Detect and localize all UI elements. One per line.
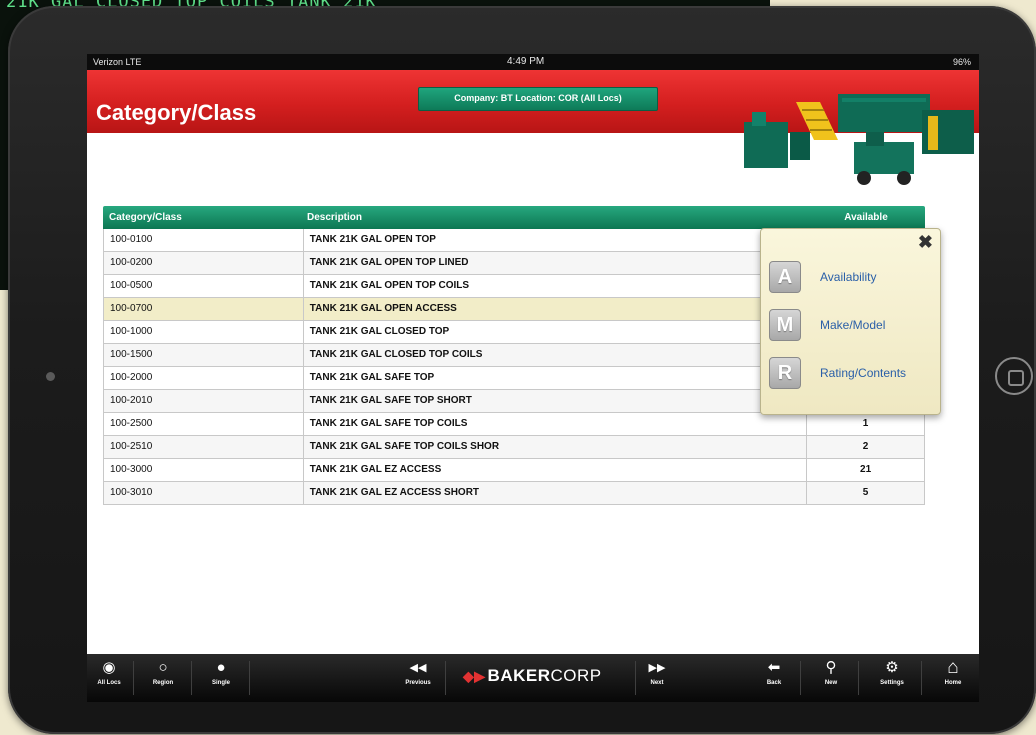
ring-icon: ○: [158, 659, 168, 676]
close-icon[interactable]: ✖: [918, 232, 933, 253]
make-model-label: Make/Model: [820, 318, 886, 332]
availability-icon: A: [769, 261, 801, 293]
table-row[interactable]: 100-3010 TANK 21K GAL EZ ACCESS SHORT 5: [103, 482, 925, 505]
all-locs-button[interactable]: ◉ All Locs: [89, 654, 129, 700]
make-model-icon: M: [769, 309, 801, 341]
cell-code: 100-0700: [104, 298, 304, 320]
cell-description: TANK 21K GAL OPEN ACCESS: [304, 298, 808, 320]
cell-description: TANK 21K GAL SAFE TOP SHORT: [304, 390, 808, 412]
home-label: Home: [944, 680, 962, 686]
next-button[interactable]: ▶▶ Next: [637, 654, 677, 700]
status-bar: Verizon LTE 4:49 PM 96%: [87, 54, 979, 70]
column-header-description[interactable]: Description: [303, 206, 807, 229]
availability-label: Availability: [820, 270, 877, 284]
column-header-code[interactable]: Category/Class: [103, 206, 303, 229]
rating-contents-label: Rating/Contents: [820, 366, 907, 380]
clock: 4:49 PM: [507, 56, 545, 67]
cell-description: TANK 21K GAL OPEN TOP: [304, 229, 808, 251]
table-row[interactable]: 100-3000 TANK 21K GAL EZ ACCESS 21: [103, 459, 925, 482]
cell-code: 100-0100: [104, 229, 304, 251]
make-model-button[interactable]: M Make/Model: [769, 309, 929, 345]
app-screen: Verizon LTE 4:49 PM 96% Company: BT Loca…: [87, 54, 979, 702]
rating-contents-button[interactable]: R Rating/Contents: [769, 357, 929, 393]
cell-description: TANK 21K GAL EZ ACCESS: [304, 459, 808, 481]
toolbar-divider: [191, 661, 192, 695]
company-location-badge[interactable]: Company: BT Location: COR (All Locs): [418, 87, 658, 111]
settings-button[interactable]: ⚙ Settings: [872, 654, 912, 700]
cell-code: 100-2000: [104, 367, 304, 389]
table-header: Category/Class Description Available: [103, 206, 925, 229]
page-title: Category/Class: [96, 100, 257, 125]
target-icon: ◉: [102, 659, 116, 676]
cell-description: TANK 21K GAL OPEN TOP COILS: [304, 275, 808, 297]
back-arrow-icon: ⬅: [767, 659, 781, 676]
row-options-popup: ✖ A Availability M Make/Model R Rating/C…: [760, 228, 941, 415]
availability-button[interactable]: A Availability: [769, 261, 929, 297]
cell-code: 100-0500: [104, 275, 304, 297]
previous-label: Previous: [405, 680, 431, 686]
home-icon: ⌂: [947, 657, 959, 678]
table-row[interactable]: 100-2500 TANK 21K GAL SAFE TOP COILS 1: [103, 413, 925, 436]
settings-label: Settings: [880, 680, 904, 686]
new-label: New: [824, 680, 838, 686]
home-button[interactable]: ⌂ Home: [933, 654, 973, 700]
toolbar-divider: [133, 661, 134, 695]
gear-icon: ⚙: [885, 659, 899, 676]
fast-forward-icon: ▶▶: [648, 662, 666, 674]
previous-button[interactable]: ◀◀ Previous: [398, 654, 438, 700]
back-label: Back: [766, 680, 782, 686]
rewind-icon: ◀◀: [409, 662, 427, 674]
cell-description: TANK 21K GAL CLOSED TOP: [304, 321, 808, 343]
toolbar-divider: [921, 661, 922, 695]
column-header-available[interactable]: Available: [807, 206, 925, 229]
cell-code: 100-2500: [104, 413, 304, 435]
region-label: Region: [152, 680, 174, 686]
cell-code: 100-0200: [104, 252, 304, 274]
equipment-illustration: [744, 94, 974, 185]
toolbar-divider: [635, 661, 636, 695]
cell-code: 100-3000: [104, 459, 304, 481]
bakercorp-logo: ◆▶ BAKERCORP: [463, 666, 602, 690]
cell-code: 100-3010: [104, 482, 304, 504]
tablet-frame: Verizon LTE 4:49 PM 96% Company: BT Loca…: [8, 6, 1036, 734]
battery-level: 96%: [952, 57, 971, 67]
brand-mark-icon: ◆▶: [463, 668, 486, 684]
table-row[interactable]: 100-2510 TANK 21K GAL SAFE TOP COILS SHO…: [103, 436, 925, 459]
camera-dot: [46, 372, 55, 381]
all-locs-label: All Locs: [97, 680, 121, 686]
cell-code: 100-2510: [104, 436, 304, 458]
magnifier-icon: ⚲: [825, 659, 837, 676]
cell-description: TANK 21K GAL SAFE TOP: [304, 367, 808, 389]
brand-light: CORP: [550, 666, 602, 685]
home-hardware-button[interactable]: [995, 357, 1033, 395]
single-button[interactable]: ● Single: [201, 654, 241, 700]
new-search-button[interactable]: ⚲ New: [811, 654, 851, 700]
cell-available: 5: [862, 487, 869, 498]
cell-description: TANK 21K GAL SAFE TOP COILS SHOR: [304, 436, 808, 458]
single-label: Single: [211, 680, 230, 686]
region-button[interactable]: ○ Region: [143, 654, 183, 700]
carrier-label: Verizon LTE: [93, 57, 142, 67]
brand-bold: BAKER: [487, 666, 551, 685]
cell-code: 100-1500: [104, 344, 304, 366]
cell-code: 100-2010: [104, 390, 304, 412]
toolbar-divider: [858, 661, 859, 695]
toolbar-divider: [249, 661, 250, 695]
bottom-toolbar: ◉ All Locs ○ Region ● Single ◀◀ Previous…: [87, 654, 979, 702]
back-button[interactable]: ⬅ Back: [754, 654, 794, 700]
next-label: Next: [650, 680, 664, 686]
cell-description: TANK 21K GAL OPEN TOP LINED: [304, 252, 808, 274]
cell-description: TANK 21K GAL CLOSED TOP COILS: [304, 344, 808, 366]
cell-description: TANK 21K GAL SAFE TOP COILS: [304, 413, 808, 435]
cell-description: TANK 21K GAL EZ ACCESS SHORT: [304, 482, 808, 504]
toolbar-divider: [800, 661, 801, 695]
cell-available: 2: [862, 441, 869, 452]
dot-icon: ●: [216, 659, 226, 676]
toolbar-divider: [445, 661, 446, 695]
rating-contents-icon: R: [769, 357, 801, 389]
cell-available: 21: [860, 464, 872, 475]
cell-available: 1: [862, 418, 869, 429]
cell-code: 100-1000: [104, 321, 304, 343]
